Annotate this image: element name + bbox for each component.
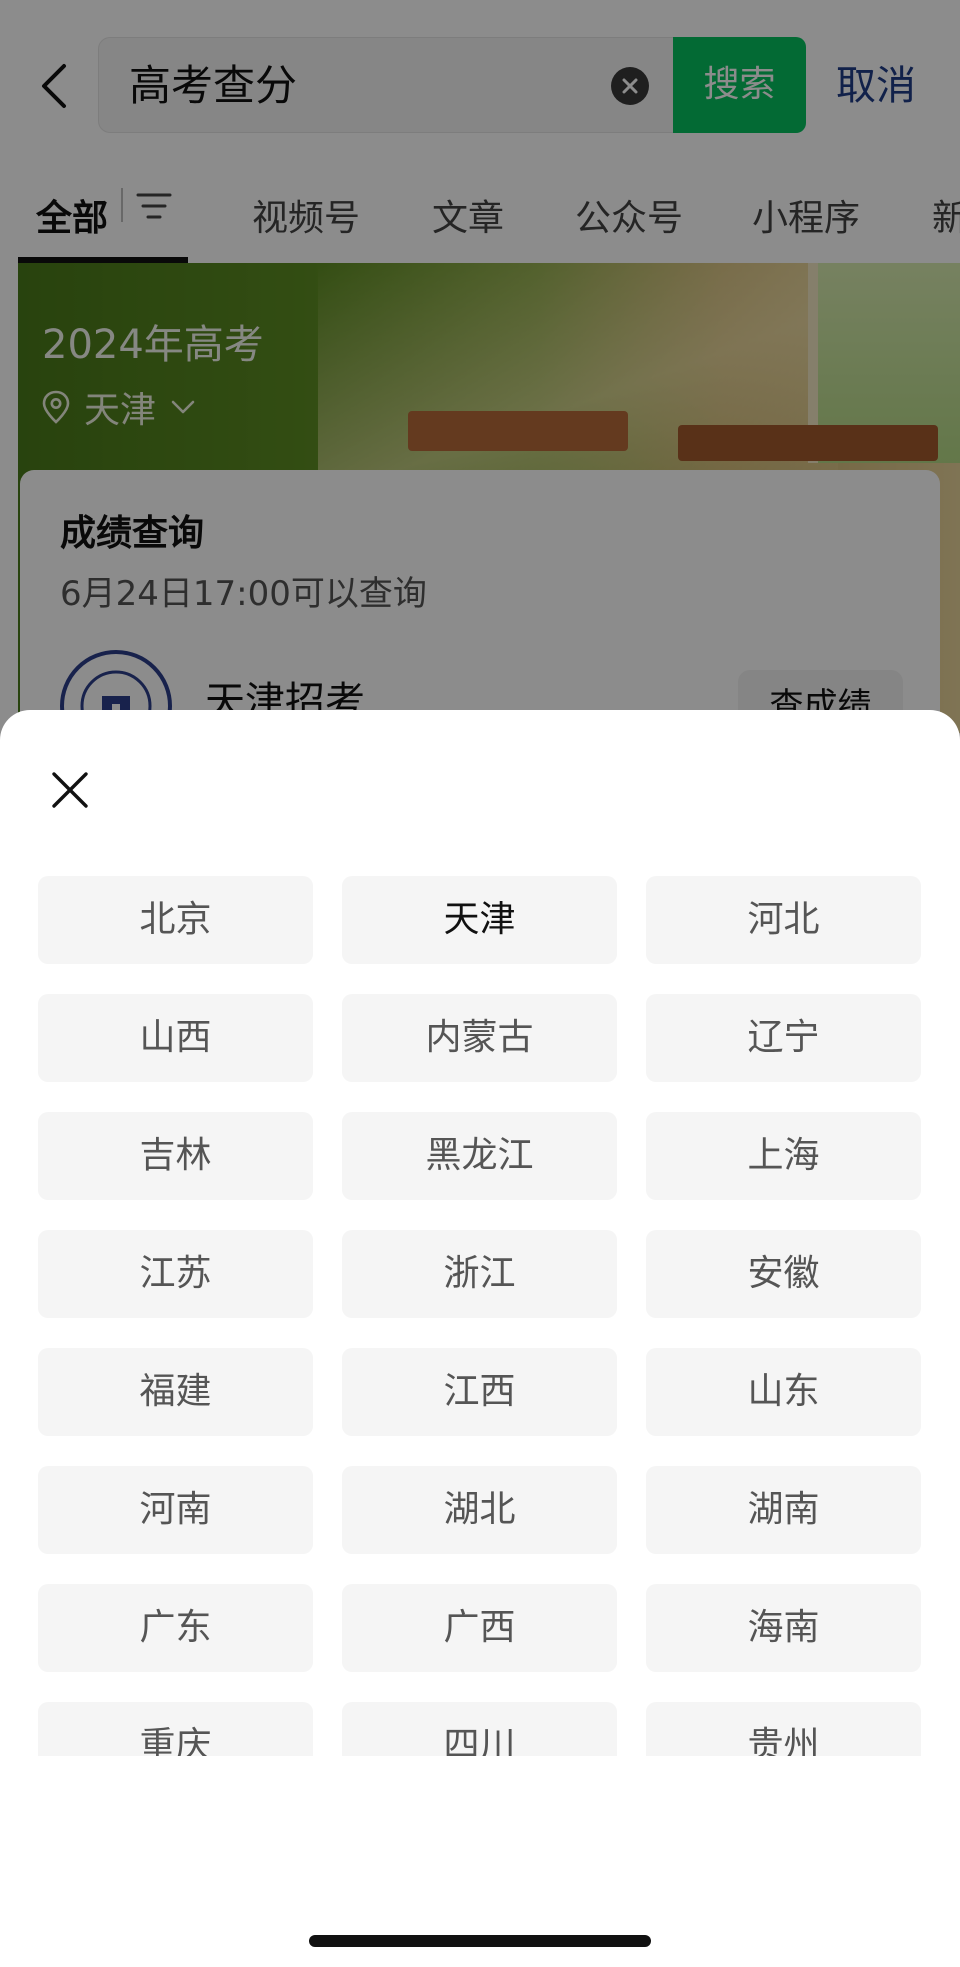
province-option[interactable]: 广东 bbox=[38, 1584, 313, 1672]
province-option[interactable]: 吉林 bbox=[38, 1112, 313, 1200]
province-option[interactable]: 山西 bbox=[38, 994, 313, 1082]
province-option[interactable]: 北京 bbox=[38, 876, 313, 964]
province-option[interactable]: 湖北 bbox=[342, 1466, 617, 1554]
close-button[interactable] bbox=[40, 760, 100, 820]
province-picker-sheet: 北京 天津 河北山西 内蒙古 辽宁吉林 黑龙江 上海江苏 浙江 安徽福建 江西 山东河南 湖北 湖南广东… bbox=[0, 710, 960, 1967]
province-option[interactable]: 天津 bbox=[342, 876, 617, 964]
province-option[interactable]: 浙江 bbox=[342, 1230, 617, 1318]
province-grid: 北京 天津 河北山西 内蒙古 辽宁吉林 黑龙江 上海江苏 浙江 安徽福建 江西 山东河南 湖北 湖南广东… bbox=[38, 876, 922, 1756]
province-list[interactable]: 北京 天津 河北山西 内蒙古 辽宁吉林 黑龙江 上海江苏 浙江 安徽福建 江西 山东河南 湖北 湖南广东… bbox=[38, 876, 922, 1756]
province-option[interactable]: 四川 bbox=[342, 1702, 617, 1756]
province-option[interactable]: 山东 bbox=[646, 1348, 921, 1436]
province-option[interactable]: 贵州 bbox=[646, 1702, 921, 1756]
province-option[interactable]: 内蒙古 bbox=[342, 994, 617, 1082]
province-option[interactable]: 海南 bbox=[646, 1584, 921, 1672]
province-option[interactable]: 安徽 bbox=[646, 1230, 921, 1318]
province-option[interactable]: 重庆 bbox=[38, 1702, 313, 1756]
province-option[interactable]: 江苏 bbox=[38, 1230, 313, 1318]
close-icon bbox=[52, 772, 88, 808]
province-option[interactable]: 上海 bbox=[646, 1112, 921, 1200]
province-option[interactable]: 广西 bbox=[342, 1584, 617, 1672]
province-option[interactable]: 河北 bbox=[646, 876, 921, 964]
province-option[interactable]: 河南 bbox=[38, 1466, 313, 1554]
province-option[interactable]: 黑龙江 bbox=[342, 1112, 617, 1200]
province-option[interactable]: 福建 bbox=[38, 1348, 313, 1436]
home-indicator bbox=[309, 1935, 651, 1947]
province-option[interactable]: 湖南 bbox=[646, 1466, 921, 1554]
province-option[interactable]: 江西 bbox=[342, 1348, 617, 1436]
province-option[interactable]: 辽宁 bbox=[646, 994, 921, 1082]
